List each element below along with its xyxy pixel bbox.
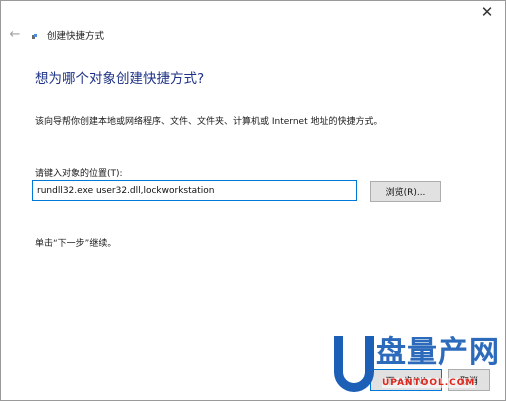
next-button[interactable]: 下一步(N): [370, 369, 442, 391]
page-heading: 想为哪个对象创建快捷方式?: [35, 71, 205, 87]
back-arrow-icon[interactable]: ←: [8, 27, 22, 42]
watermark-brand: 盘量产网: [376, 335, 500, 370]
shortcut-wizard-icon: [32, 34, 37, 39]
close-icon[interactable]: ✕: [474, 2, 500, 22]
cancel-button[interactable]: 取消: [448, 369, 490, 391]
location-input[interactable]: [32, 180, 357, 201]
continue-hint: 单击“下一步”继续。: [35, 239, 117, 249]
wizard-title: 创建快捷方式: [47, 31, 105, 42]
location-label: 请键入对象的位置(T):: [35, 169, 123, 179]
browse-button[interactable]: 浏览(R)...: [370, 181, 441, 202]
wizard-description: 该向导帮你创建本地或网络程序、文件、文件夹、计算机或 Internet 地址的快…: [35, 117, 383, 127]
create-shortcut-dialog: ✕ ← 创建快捷方式 想为哪个对象创建快捷方式? 该向导帮你创建本地或网络程序、…: [0, 0, 506, 401]
watermark-u-logo: [334, 336, 374, 392]
